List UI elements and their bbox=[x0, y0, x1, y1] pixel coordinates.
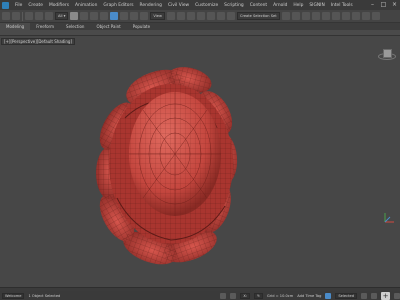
toggle-ribbon-icon[interactable] bbox=[311, 12, 320, 20]
select-and-move-icon[interactable] bbox=[110, 12, 119, 20]
x-coordinate-field[interactable]: X: bbox=[240, 292, 251, 299]
selection-status-text: 1 Object Selected bbox=[28, 293, 61, 298]
select-by-name-icon[interactable] bbox=[80, 12, 89, 20]
perspective-viewport[interactable]: [+][Perspective][Default Shading] bbox=[0, 36, 400, 287]
reference-coordinate-dropdown[interactable]: View bbox=[150, 12, 165, 20]
select-and-place-icon[interactable] bbox=[140, 12, 149, 20]
menu-intel-tools[interactable]: Intel Tools bbox=[331, 3, 353, 8]
curve-editor-icon[interactable] bbox=[321, 12, 330, 20]
select-manipulate-icon[interactable] bbox=[176, 12, 185, 20]
window-crossing-icon[interactable] bbox=[100, 12, 109, 20]
auto-key-button[interactable] bbox=[325, 292, 332, 299]
y-coordinate-field[interactable]: Y: bbox=[254, 292, 263, 299]
percent-snap-icon[interactable] bbox=[216, 12, 225, 20]
lock-selection-icon[interactable] bbox=[220, 292, 227, 299]
menu-customize[interactable]: Customize bbox=[195, 3, 218, 8]
main-toolbar: All ▾ View Create Selection Set bbox=[0, 10, 400, 23]
menu-help[interactable]: Help bbox=[293, 3, 303, 8]
tab-selection[interactable]: Selection bbox=[60, 23, 90, 30]
spinner-snap-icon[interactable] bbox=[226, 12, 235, 20]
set-key-plus-icon[interactable]: + bbox=[381, 291, 390, 300]
tab-object-paint[interactable]: Object Paint bbox=[90, 23, 126, 30]
menu-arnold[interactable]: Arnold bbox=[273, 3, 287, 8]
toolbar-divider bbox=[22, 11, 23, 21]
selection-filter-dropdown[interactable]: All ▾ bbox=[55, 12, 69, 20]
flower-mesh-model[interactable] bbox=[95, 58, 245, 270]
maxscript-listener-field[interactable]: Welcome bbox=[2, 292, 25, 299]
menu-signin[interactable]: SIGNIN bbox=[309, 3, 324, 8]
menu-create[interactable]: Create bbox=[28, 3, 43, 8]
isolate-selection-icon[interactable] bbox=[230, 292, 237, 299]
select-and-rotate-icon[interactable] bbox=[120, 12, 129, 20]
redo-icon[interactable] bbox=[12, 12, 20, 20]
selection-set-dropdown[interactable]: Create Selection Set bbox=[236, 12, 280, 20]
viewcube-box-icon[interactable] bbox=[383, 49, 392, 58]
tab-populate[interactable]: Populate bbox=[127, 23, 156, 30]
selected-key-dropdown[interactable]: Selected bbox=[335, 292, 357, 299]
add-time-tag-button[interactable]: Add Time Tag bbox=[297, 294, 321, 298]
menu-file[interactable]: File bbox=[15, 3, 22, 8]
close-icon[interactable]: × bbox=[391, 1, 398, 8]
rendered-frame-window-icon[interactable] bbox=[361, 12, 370, 20]
center-dome bbox=[129, 92, 221, 216]
snaps-toggle-icon[interactable] bbox=[196, 12, 205, 20]
tab-freeform[interactable]: Freeform bbox=[30, 23, 60, 30]
menu-bar: File Create Modifiers Animation Graph Ed… bbox=[0, 0, 400, 10]
next-frame-icon[interactable] bbox=[371, 292, 377, 299]
axis-tripod-icon bbox=[384, 213, 394, 223]
schematic-view-icon[interactable] bbox=[331, 12, 340, 20]
select-object-icon[interactable] bbox=[70, 12, 79, 20]
app-logo-icon[interactable] bbox=[2, 1, 9, 9]
unlink-icon[interactable] bbox=[35, 12, 43, 20]
menu-scripting[interactable]: Scripting bbox=[224, 3, 244, 8]
3ds-max-window: File Create Modifiers Animation Graph Ed… bbox=[0, 0, 400, 300]
minimize-icon[interactable]: – bbox=[369, 1, 376, 8]
zoom-extents-icon[interactable] bbox=[394, 292, 400, 299]
window-controls: – □ × bbox=[369, 1, 398, 8]
maximize-icon[interactable]: □ bbox=[380, 1, 387, 8]
render-production-icon[interactable] bbox=[371, 12, 380, 20]
render-setup-icon[interactable] bbox=[351, 12, 360, 20]
viewport-label[interactable]: [+][Perspective][Default Shading] bbox=[1, 38, 76, 45]
menu-content[interactable]: Content bbox=[250, 3, 267, 8]
menu-modifiers[interactable]: Modifiers bbox=[49, 3, 69, 8]
menu-animation[interactable]: Animation bbox=[75, 3, 97, 8]
align-icon[interactable] bbox=[291, 12, 300, 20]
menu-graph-editors[interactable]: Graph Editors bbox=[103, 3, 133, 8]
mirror-icon[interactable] bbox=[281, 12, 290, 20]
play-animation-icon[interactable] bbox=[361, 292, 367, 299]
ribbon-tabs: Modeling Freeform Selection Object Paint… bbox=[0, 22, 400, 31]
bind-space-warp-icon[interactable] bbox=[45, 12, 53, 20]
layer-explorer-icon[interactable] bbox=[301, 12, 310, 20]
link-icon[interactable] bbox=[25, 12, 33, 20]
grid-size-text: Grid = 10.0cm bbox=[266, 293, 294, 298]
rectangular-selection-icon[interactable] bbox=[90, 12, 99, 20]
viewcube[interactable] bbox=[377, 44, 397, 64]
pivot-center-icon[interactable] bbox=[166, 12, 175, 20]
undo-icon[interactable] bbox=[2, 12, 10, 20]
keyboard-shortcut-icon[interactable] bbox=[186, 12, 195, 20]
status-bar: Welcome 1 Object Selected X: Y: Grid = 1… bbox=[0, 291, 400, 300]
menu-civil-view[interactable]: Civil View bbox=[168, 3, 189, 8]
menu-rendering[interactable]: Rendering bbox=[140, 3, 162, 8]
material-editor-icon[interactable] bbox=[341, 12, 350, 20]
angle-snap-icon[interactable] bbox=[206, 12, 215, 20]
select-and-scale-icon[interactable] bbox=[130, 12, 139, 20]
